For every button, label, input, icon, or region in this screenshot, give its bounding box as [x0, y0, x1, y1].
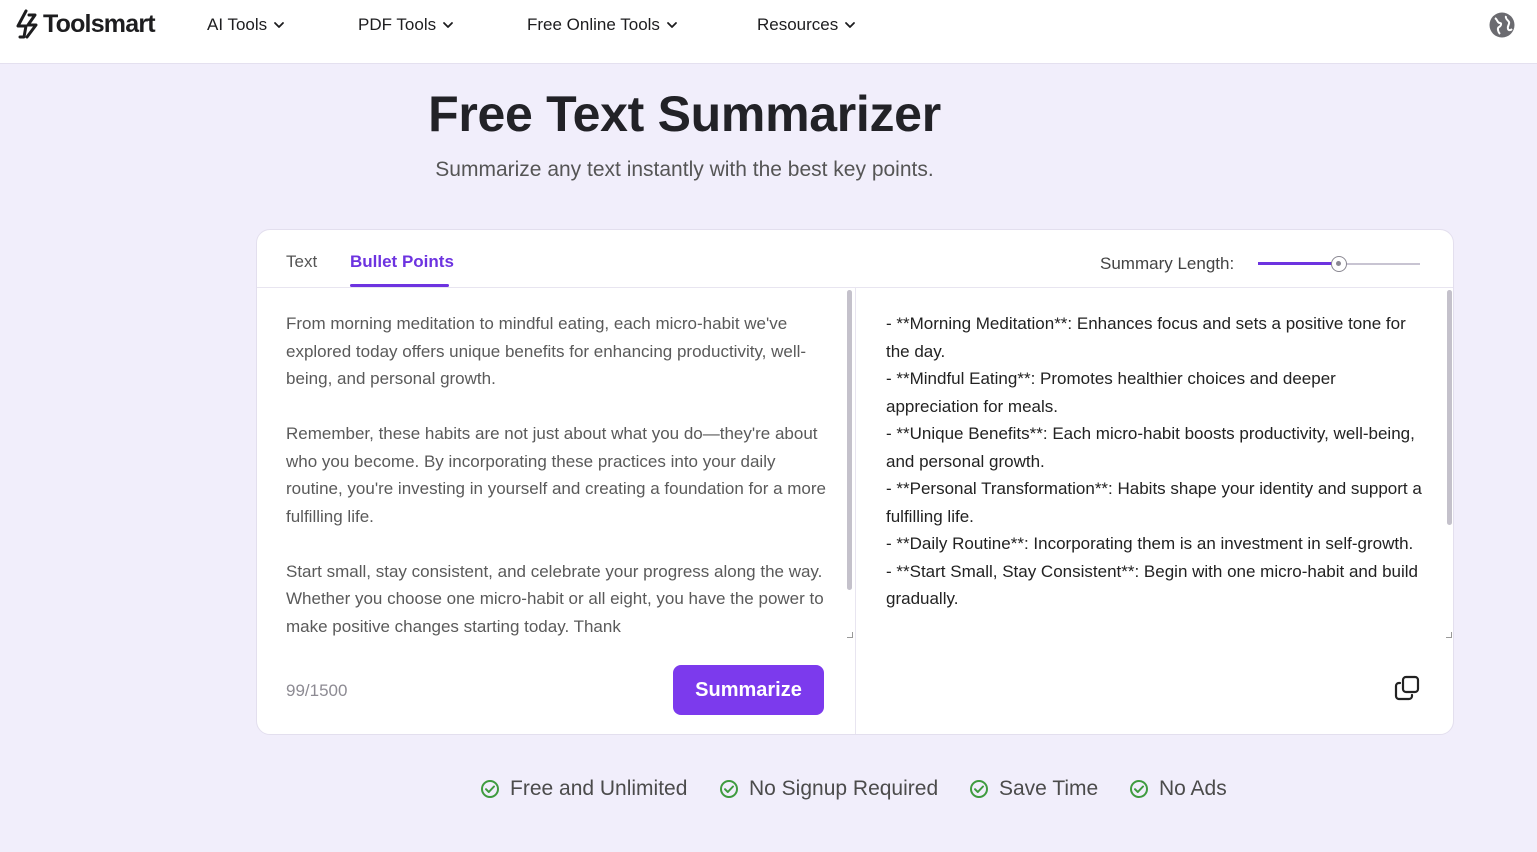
- feature-no-signup: No Signup Required: [719, 775, 938, 803]
- feature-label: Free and Unlimited: [510, 777, 688, 800]
- feature-save-time: Save Time: [969, 775, 1098, 803]
- slider-fill: [1258, 262, 1339, 265]
- resize-handle[interactable]: [1446, 632, 1452, 638]
- summary-output: - **Morning Meditation**: Enhances focus…: [886, 314, 1422, 608]
- feature-label: No Signup Required: [749, 777, 939, 800]
- feature-free-unlimited: Free and Unlimited: [480, 775, 687, 803]
- summarizer-card: Text Bullet Points Summary Length: From …: [256, 229, 1454, 735]
- page-subtitle: Summarize any text instantly with the be…: [435, 158, 934, 181]
- card-header: Text Bullet Points Summary Length:: [257, 230, 1453, 288]
- summary-length-label: Summary Length:: [1100, 254, 1235, 273]
- globe-icon[interactable]: [1488, 11, 1516, 39]
- nav-ai-tools[interactable]: AI Tools: [207, 14, 285, 36]
- top-navigation-bar: Toolsmart AI Tools PDF Tools Free Online…: [0, 0, 1537, 64]
- check-circle-icon: [1130, 780, 1148, 798]
- input-scrollbar[interactable]: [847, 290, 852, 590]
- logo-text: Toolsmart: [43, 9, 156, 38]
- nav-label: Resources: [757, 15, 839, 34]
- nav-label: AI Tools: [207, 15, 268, 34]
- tab-text[interactable]: Text: [286, 252, 317, 272]
- feature-label: Save Time: [999, 777, 1099, 800]
- resize-handle[interactable]: [847, 632, 853, 638]
- check-circle-icon: [970, 780, 988, 798]
- input-textarea[interactable]: From morning meditation to mindful eatin…: [286, 310, 826, 638]
- nav-resources[interactable]: Resources: [757, 14, 856, 36]
- toolsmart-logo[interactable]: Toolsmart: [15, 9, 156, 39]
- character-counter: 99/1500: [286, 681, 348, 700]
- nav-pdf-tools[interactable]: PDF Tools: [358, 14, 454, 36]
- chevron-down-icon: [274, 22, 285, 28]
- pane-divider: [855, 288, 856, 734]
- tab-bullet-points[interactable]: Bullet Points: [350, 252, 454, 272]
- page-title: Free Text Summarizer: [428, 86, 941, 142]
- check-circle-icon: [481, 780, 499, 798]
- scrollbar-thumb[interactable]: [847, 290, 852, 590]
- scrollbar-thumb[interactable]: [1447, 290, 1452, 525]
- output-scrollbar[interactable]: [1447, 290, 1452, 525]
- chevron-down-icon: [667, 22, 677, 28]
- lightning-bolt-icon: [16, 9, 38, 39]
- copy-icon[interactable]: [1393, 674, 1421, 702]
- feature-no-ads: No Ads: [1129, 775, 1227, 803]
- summary-length-slider[interactable]: [1258, 254, 1420, 274]
- feature-label: No Ads: [1159, 777, 1227, 800]
- slider-thumb[interactable]: [1331, 256, 1347, 272]
- nav-label: PDF Tools: [358, 15, 437, 34]
- summarize-button[interactable]: Summarize: [673, 665, 824, 715]
- active-tab-indicator: [350, 284, 449, 287]
- chevron-down-icon: [443, 22, 454, 28]
- chevron-down-icon: [845, 22, 856, 28]
- check-circle-icon: [720, 780, 738, 798]
- nav-free-online-tools[interactable]: Free Online Tools: [527, 14, 678, 36]
- nav-label: Free Online Tools: [527, 15, 660, 34]
